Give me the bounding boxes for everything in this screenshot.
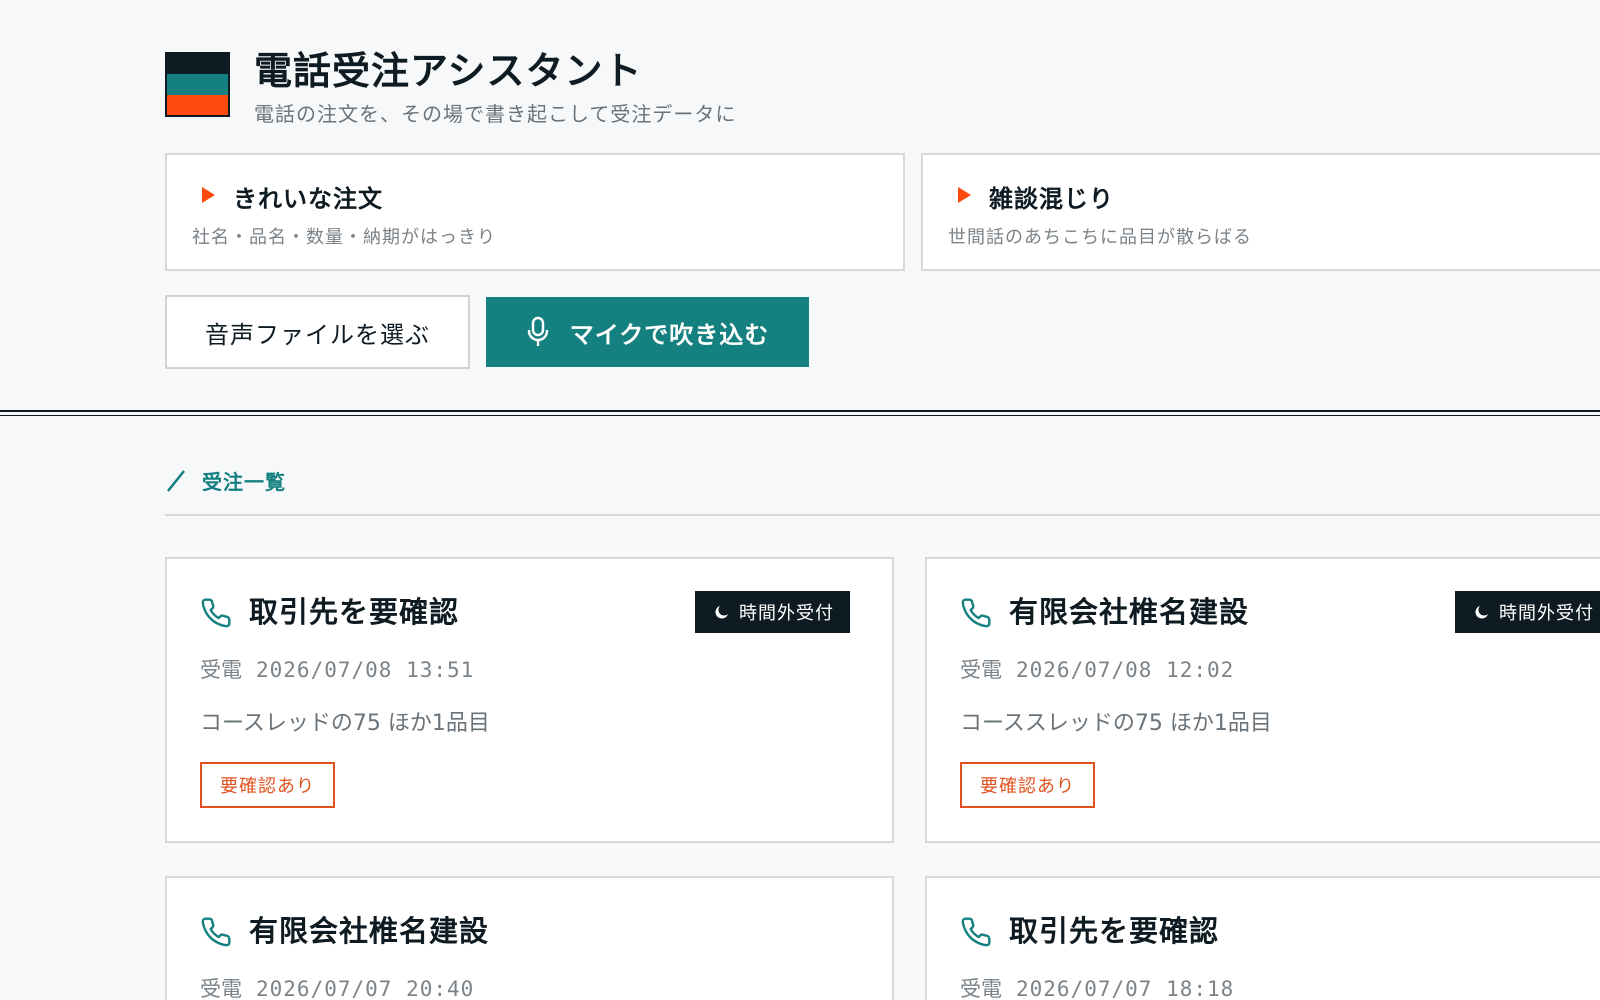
order-company: 有限会社椎名建設 <box>249 914 490 948</box>
choose-audio-file-button[interactable]: 音声ファイルを選ぶ <box>165 295 470 369</box>
header-area: 電話受注アシスタント 電話の注文を、その場で書き起こして受注データに きれいな注… <box>0 0 1600 410</box>
divider <box>0 415 1600 416</box>
phone-icon <box>961 917 991 947</box>
received-datetime: 2026/07/08 12:02 <box>1016 658 1235 682</box>
sample-title: 雑談混じり <box>989 185 1114 213</box>
received-label: 受電 <box>200 658 242 682</box>
microphone-icon <box>527 316 548 346</box>
order-summary: コーススレッドの75 ほか1品目 <box>960 711 1272 736</box>
phone-icon <box>201 917 231 947</box>
sample-chatty-order[interactable]: 雑談混じり 世間話のあちこちに品目が散らばる <box>921 153 1600 271</box>
section-title: 受注一覧 <box>202 470 286 494</box>
received-at: 受電 2026/07/08 13:51 <box>200 654 474 684</box>
needs-review-tag: 要確認あり <box>960 762 1095 808</box>
section-divider <box>165 514 1600 516</box>
order-card[interactable]: 有限会社椎名建設 受電 2026/07/07 20:40 <box>165 876 894 1000</box>
badge-label: 時間外受付 <box>739 603 834 624</box>
received-datetime: 2026/07/07 18:18 <box>1016 977 1235 1000</box>
received-datetime: 2026/07/08 13:51 <box>256 658 475 682</box>
received-label: 受電 <box>960 658 1002 682</box>
after-hours-badge: 時間外受付 <box>695 591 850 633</box>
record-mic-button[interactable]: マイクで吹き込む <box>486 297 809 367</box>
order-company: 取引先を要確認 <box>1009 914 1220 948</box>
order-summary: コースレッドの75 ほか1品目 <box>200 711 490 736</box>
received-at: 受電 2026/07/07 20:40 <box>200 973 474 1000</box>
app-logo <box>165 52 230 117</box>
after-hours-badge: 時間外受付 <box>1455 591 1600 633</box>
received-at: 受電 2026/07/07 18:18 <box>960 973 1234 1000</box>
received-at: 受電 2026/07/08 12:02 <box>960 654 1234 684</box>
needs-review-tag: 要確認あり <box>200 762 335 808</box>
play-triangle-icon <box>202 187 215 203</box>
sample-clean-order[interactable]: きれいな注文 社名・品名・数量・納期がはっきり <box>165 153 905 271</box>
sample-description: 社名・品名・数量・納期がはっきり <box>192 227 496 248</box>
order-company: 取引先を要確認 <box>249 595 460 629</box>
order-card[interactable]: 有限会社椎名建設 時間外受付 受電 2026/07/08 12:02 コーススレッ… <box>925 557 1600 843</box>
badge-label: 時間外受付 <box>1499 603 1594 624</box>
play-triangle-icon <box>958 187 971 203</box>
sample-title: きれいな注文 <box>233 185 383 213</box>
phone-icon <box>201 598 231 628</box>
moon-icon <box>715 606 728 619</box>
divider <box>0 410 1600 412</box>
app-title: 電話受注アシスタント <box>254 48 643 93</box>
order-card[interactable]: 取引先を要確認 受電 2026/07/07 18:18 <box>925 876 1600 1000</box>
received-label: 受電 <box>960 977 1002 1000</box>
order-company: 有限会社椎名建設 <box>1009 595 1250 629</box>
received-label: 受電 <box>200 977 242 1000</box>
slash-icon <box>166 470 186 492</box>
order-card[interactable]: 取引先を要確認 時間外受付 受電 2026/07/08 13:51 コースレッドの… <box>165 557 894 843</box>
record-mic-label: マイクで吹き込む <box>569 320 770 349</box>
app-subtitle: 電話の注文を、その場で書き起こして受注データに <box>254 102 737 126</box>
received-datetime: 2026/07/07 20:40 <box>256 977 475 1000</box>
phone-icon <box>961 598 991 628</box>
moon-icon <box>1475 606 1488 619</box>
sample-description: 世間話のあちこちに品目が散らばる <box>948 227 1252 248</box>
